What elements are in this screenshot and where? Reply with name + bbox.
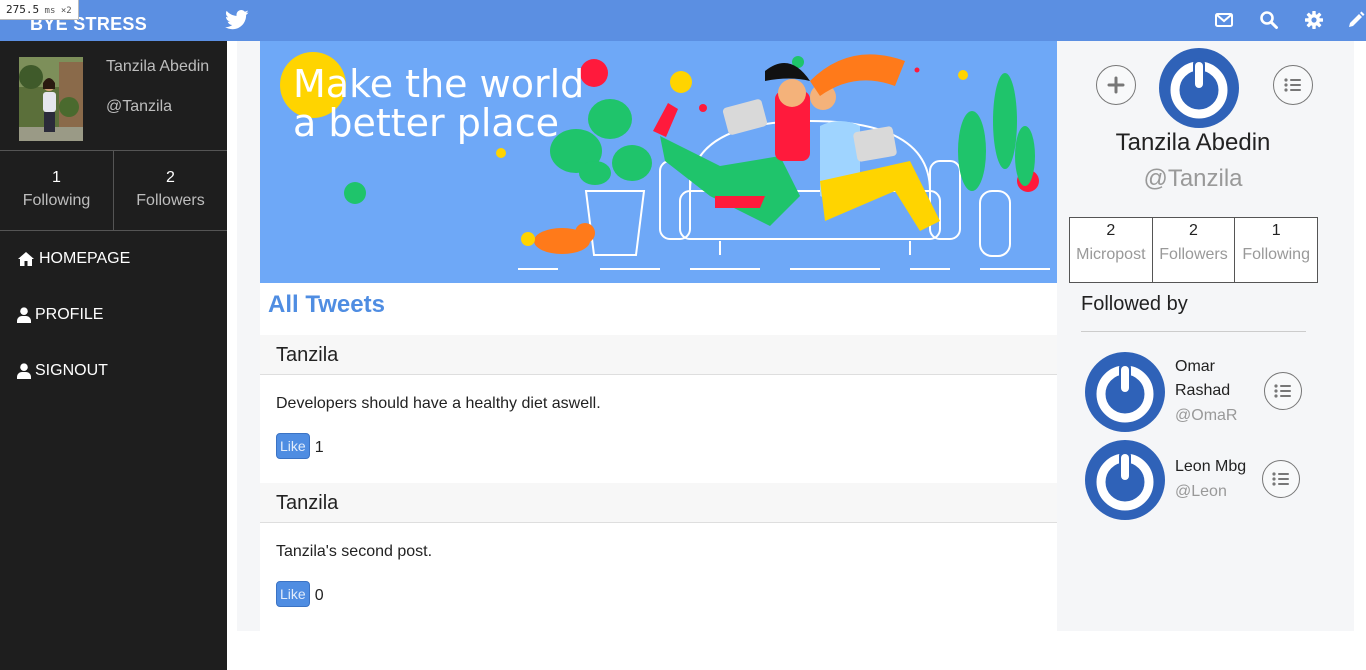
following-label: Following <box>22 192 91 209</box>
search-icon[interactable] <box>1259 10 1279 30</box>
like-button[interactable]: Like <box>276 433 310 459</box>
follower-name-line2: Rashad <box>1175 382 1231 399</box>
profile-handle: @Tanzila <box>1143 165 1243 192</box>
tweet-author[interactable]: Tanzila <box>260 335 1057 375</box>
plus-icon <box>1107 76 1125 94</box>
follow-button[interactable] <box>1096 65 1136 105</box>
nav-signout[interactable]: SIGNOUT <box>0 343 227 399</box>
followers-count-cell[interactable]: 2 Followers <box>113 151 227 230</box>
nav-homepage[interactable]: HOMEPAGE <box>0 231 227 287</box>
profile-avatar-power-icon[interactable] <box>1159 48 1239 128</box>
feed-title: All Tweets <box>268 291 385 318</box>
tweet-body: Developers should have a healthy diet as… <box>260 395 1057 459</box>
like-count: 1 <box>314 439 324 456</box>
banner-slogan-line1: Make the world <box>293 62 585 106</box>
tweet-text: Tanzila's second post. <box>276 543 433 560</box>
follower-avatar-power-icon[interactable] <box>1085 440 1165 520</box>
sidebar: Tanzila Abedin @Tanzila 1 Following 2 Fo… <box>0 41 227 670</box>
followers-label: Followers <box>136 192 205 209</box>
list-button[interactable] <box>1273 65 1313 105</box>
nav-profile-label: PROFILE <box>35 306 104 323</box>
stat-value: 2 <box>1106 222 1116 239</box>
stat-value: 1 <box>1271 222 1281 239</box>
sidebar-user-name: Tanzila Abedin <box>106 58 210 75</box>
like-count: 0 <box>314 587 324 604</box>
follower-handle: @OmaR <box>1175 407 1238 424</box>
pencil-icon[interactable] <box>1346 10 1366 30</box>
tweet-author[interactable]: Tanzila <box>260 483 1057 523</box>
sidebar-user-handle: @Tanzila <box>106 98 173 115</box>
stat-followers[interactable]: 2 Followers <box>1151 218 1235 282</box>
stat-micropost[interactable]: 2 Micropost <box>1070 218 1152 282</box>
perf-overlay: 275.5 ms ×2 <box>0 0 79 20</box>
followed-by-title: Followed by <box>1081 293 1188 315</box>
perf-value: 275.5 <box>6 3 40 16</box>
perf-multiplier: ×2 <box>60 6 72 16</box>
list-icon <box>1284 78 1301 92</box>
top-navbar: BYE STRESS <box>0 0 1366 41</box>
stat-following[interactable]: 1 Following <box>1234 218 1317 282</box>
tweet-text: Developers should have a healthy diet as… <box>276 395 601 412</box>
follower-list-button[interactable] <box>1264 372 1302 410</box>
user-icon <box>17 307 31 323</box>
list-icon <box>1274 384 1291 398</box>
banner-slogan-line2: a better place <box>293 101 559 145</box>
avatar[interactable] <box>19 57 83 141</box>
stat-label: Micropost <box>1076 246 1146 263</box>
banner-slogan: Make the world a better place <box>293 65 584 143</box>
home-icon <box>18 252 34 266</box>
following-count: 1 <box>52 169 61 186</box>
profile-panel: Tanzila Abedin @Tanzila 2 Micropost 2 Fo… <box>1057 41 1354 631</box>
gear-icon[interactable] <box>1304 10 1324 30</box>
follower-name-line1: Leon Mbg <box>1175 458 1247 475</box>
stat-label: Following <box>1242 246 1310 263</box>
banner-illustration: Make the world a better place <box>260 41 1057 283</box>
sidebar-profile: Tanzila Abedin @Tanzila <box>0 41 227 151</box>
user-icon <box>17 363 31 379</box>
follower-name[interactable]: Leon Mbg <box>1175 455 1246 479</box>
nav-signout-label: SIGNOUT <box>35 362 108 379</box>
profile-name: Tanzila Abedin <box>1115 129 1271 156</box>
stat-label: Followers <box>1159 246 1228 263</box>
profile-stats: 2 Micropost 2 Followers 1 Following <box>1069 217 1318 283</box>
divider <box>1081 331 1306 332</box>
stat-value: 2 <box>1189 222 1198 239</box>
envelope-icon[interactable] <box>1214 10 1234 30</box>
follower-handle: @Leon <box>1175 483 1227 500</box>
tweet-card: Tanzila Developers should have a healthy… <box>260 335 1057 459</box>
follower-name-line1: Omar <box>1175 358 1215 375</box>
like-row: Like 1 <box>276 433 1057 459</box>
following-count-cell[interactable]: 1 Following <box>0 151 113 230</box>
followers-count: 2 <box>166 169 175 186</box>
like-row: Like 0 <box>276 581 1057 607</box>
nav-homepage-label: HOMEPAGE <box>39 250 131 267</box>
list-icon <box>1272 472 1289 486</box>
tweet-card: Tanzila Tanzila's second post. Like 0 <box>260 483 1057 607</box>
follower-avatar-power-icon[interactable] <box>1085 352 1165 432</box>
perf-unit: ms <box>44 6 56 16</box>
follower-name[interactable]: Omar Rashad <box>1175 355 1230 403</box>
twitter-icon[interactable] <box>225 9 249 31</box>
tweet-body: Tanzila's second post. Like 0 <box>260 543 1057 607</box>
nav-profile[interactable]: PROFILE <box>0 287 227 343</box>
follower-list-button[interactable] <box>1262 460 1300 498</box>
feed-column: Make the world a better place All Tweets… <box>260 41 1057 631</box>
sidebar-counts: 1 Following 2 Followers <box>0 151 227 231</box>
like-button[interactable]: Like <box>276 581 310 607</box>
